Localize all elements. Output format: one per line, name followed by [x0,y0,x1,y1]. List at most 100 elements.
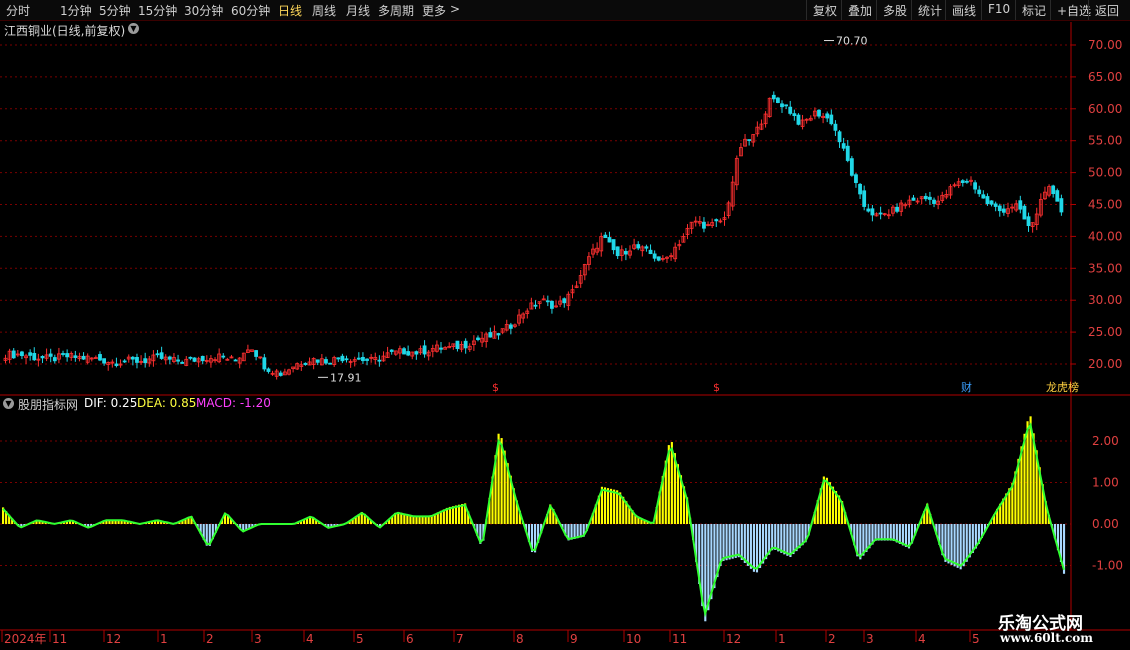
time-axis-label: 11 [52,632,67,646]
candle-body [455,340,460,349]
candle-body [303,362,308,365]
time-axis-label: 5 [356,632,364,646]
candle-body [130,356,135,360]
indicator-name[interactable]: 股朋指标网 [18,396,78,413]
candle-body [81,355,86,360]
low-price-label: 17.91 [330,371,362,384]
high-price-label: 70.70 [836,35,868,48]
candle-body [837,131,842,143]
macd-bar [947,524,950,564]
macd-bar [789,524,792,558]
candle-body [911,197,916,201]
candle-body [48,353,53,357]
price-tick-label: 50.00 [1088,166,1122,180]
candle-body [977,189,982,195]
candle-body [200,355,205,362]
candle-body [702,221,706,229]
candle-body [533,304,538,307]
macd-bar [904,524,908,547]
macd-series [2,416,1066,622]
candle-body [414,351,419,355]
dif-value: DIF: 0.25 [84,396,138,410]
candle-body [361,356,365,362]
candle-body [377,359,382,362]
candle-body [895,206,899,212]
macd-bar [892,524,895,542]
candle-body [114,363,119,366]
price-tick-label: 70.00 [1088,38,1122,52]
candle-body [356,357,361,360]
macd-bar [613,489,616,524]
macd-bar [743,524,746,563]
candle-body [858,183,862,195]
candle-body [52,357,57,362]
candle-body [167,356,172,360]
candle-body [960,180,965,183]
macd-tick-label: 1.00 [1092,476,1119,490]
event-marker: $ [713,381,720,394]
stock-title: 江西铜业(日线,前复权) [4,24,126,38]
time-axis-label: 1 [160,632,168,646]
candle-body [476,337,480,341]
event-marker: 龙虎榜 [1046,380,1079,394]
macd-tick-label: -1.00 [1092,559,1123,573]
time-axis-label: 8 [516,632,524,646]
macd-tick-label: 2.00 [1092,434,1119,448]
candle-body [73,355,78,358]
macd-bar [461,503,464,524]
candle-body [636,244,641,249]
candle-body [143,358,148,364]
candle-body [233,359,238,362]
candle-body [989,200,994,205]
chevron-down-icon[interactable]: ▼ [128,23,139,34]
candle-body [262,357,267,370]
candle-body [328,362,332,365]
macd-bar [953,524,956,567]
macd-bar [774,524,777,550]
candle-body [788,106,793,114]
candle-body [254,350,259,357]
macd-bar [755,524,759,573]
price-tick-label: 30.00 [1088,293,1122,307]
candle-body [648,249,653,255]
candle-body [389,349,394,352]
candle-body [1022,205,1027,220]
macd-bar [737,524,740,558]
macd-bar [606,488,610,524]
candle-body [849,158,854,176]
macd-value: MACD: -1.20 [196,396,271,410]
macd-bar [889,524,892,541]
candle-body [336,357,341,360]
candle-body [623,251,628,255]
candle-body [1018,200,1023,210]
macd-bar [874,524,877,541]
macd-bar [771,524,774,551]
candle-body [603,234,608,239]
candle-body [714,219,719,222]
candle-body [32,352,37,361]
candle-body [278,372,283,376]
kline-chart-canvas[interactable]: 70.0065.0060.0055.0050.0045.0040.0035.00… [0,0,1130,650]
macd-bar [722,524,725,561]
macd-bar [603,487,607,524]
candle-body [792,113,797,117]
candle-body [747,139,752,141]
candle-body [439,347,443,350]
macd-bar [825,477,828,524]
price-tick-label: 20.00 [1088,357,1122,371]
price-tick-label: 65.00 [1088,70,1122,84]
time-axis-label: 1 [778,632,786,646]
candle-body [180,362,185,364]
macd-bar [959,524,962,570]
candle-body [122,360,127,363]
time-axis-label: 10 [626,632,641,646]
chevron-down-icon[interactable]: ▼ [3,398,14,409]
candle-body [102,358,107,364]
macd-bar [956,524,959,568]
candle-body [463,340,468,349]
price-tick-label: 45.00 [1088,198,1122,212]
time-axis-label: 2024年 [4,632,47,646]
candle-body [829,114,834,125]
candle-body [159,352,164,359]
candle-body [841,143,846,149]
